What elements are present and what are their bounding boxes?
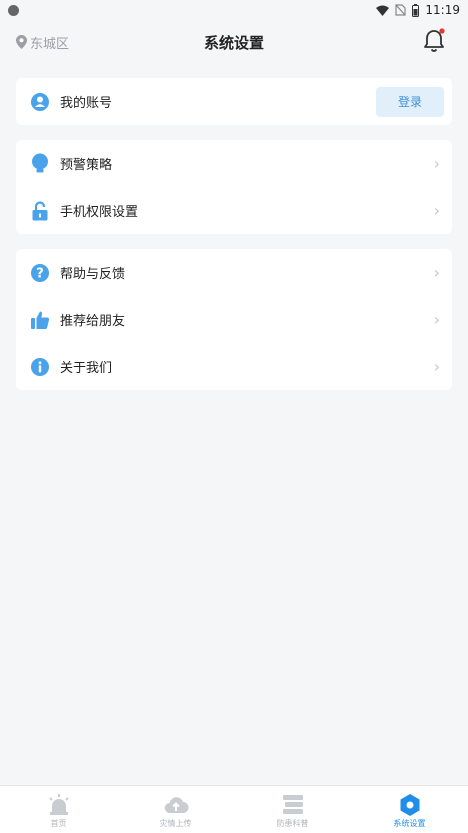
user-icon (30, 92, 50, 112)
tab-home-label: 首页 (50, 819, 67, 828)
phone-permission-label: 手机权限设置 (60, 205, 139, 220)
chevron-right-icon: › (433, 263, 440, 282)
tab-disaster-upload[interactable]: 灾情上传 (117, 786, 234, 833)
alarm-light-icon (48, 794, 69, 815)
book-stack-icon (282, 795, 303, 814)
chevron-right-icon: › (433, 154, 440, 173)
svg-text:?: ? (36, 266, 44, 281)
about-us-row[interactable]: 关于我们 › (16, 343, 452, 390)
tab-prevention-science[interactable]: 防患科普 (234, 786, 351, 833)
bell-icon (424, 28, 445, 52)
chevron-right-icon: › (433, 310, 440, 329)
recommend-friends-label: 推荐给朋友 (60, 314, 126, 329)
help-feedback-row[interactable]: ? 帮助与反馈 › (16, 249, 452, 296)
about-us-label: 关于我们 (60, 361, 113, 376)
location-pin-icon (16, 35, 27, 49)
bottom-tab-bar: 首页 灾情上传 防患科普 系统设置 (0, 785, 468, 833)
tab-disaster-upload-label: 灾情上传 (159, 819, 192, 828)
location-selector[interactable]: 东城区 (16, 33, 69, 52)
account-label: 我的账号 (60, 96, 113, 111)
phone-permission-row[interactable]: 手机权限设置 › (16, 187, 452, 234)
recommend-friends-row[interactable]: 推荐给朋友 › (16, 296, 452, 343)
settings-group-2: ? 帮助与反馈 › 推荐给朋友 › 关于我们 › (16, 249, 452, 390)
page-title: 系统设置 (203, 33, 264, 52)
settings-group-1: 预警策略 › 手机权限设置 › (16, 140, 452, 234)
status-bar: 11:19 (0, 0, 468, 20)
settings-hexagon-icon (400, 794, 419, 816)
question-icon: ? (30, 263, 50, 283)
tab-prevention-science-label: 防患科普 (276, 819, 309, 828)
tab-system-settings[interactable]: 系统设置 (351, 786, 468, 833)
warning-strategy-label: 预警策略 (60, 158, 113, 173)
chevron-right-icon: › (433, 201, 440, 220)
cloud-upload-icon (164, 797, 188, 814)
account-row[interactable]: 我的账号 登录 (16, 78, 452, 125)
lightbulb-icon (30, 153, 50, 174)
battery-icon (412, 3, 420, 17)
login-button[interactable]: 登录 (376, 86, 444, 117)
status-dot-icon (8, 4, 19, 16)
warning-strategy-row[interactable]: 预警策略 › (16, 140, 452, 187)
chevron-right-icon: › (433, 357, 440, 376)
tab-home[interactable]: 首页 (0, 786, 117, 833)
tab-system-settings-label: 系统设置 (393, 819, 426, 828)
clock: 11:19 (425, 3, 460, 17)
header: 东城区 系统设置 (0, 26, 468, 58)
thumbs-up-icon (30, 310, 50, 330)
help-feedback-label: 帮助与反馈 (60, 267, 126, 282)
account-card: 我的账号 登录 (16, 78, 452, 125)
wifi-icon (376, 5, 390, 16)
no-sim-icon (395, 4, 407, 16)
notification-button[interactable] (422, 28, 446, 54)
unlock-icon (30, 200, 50, 221)
info-icon (30, 357, 50, 377)
location-label: 东城区 (30, 36, 70, 52)
